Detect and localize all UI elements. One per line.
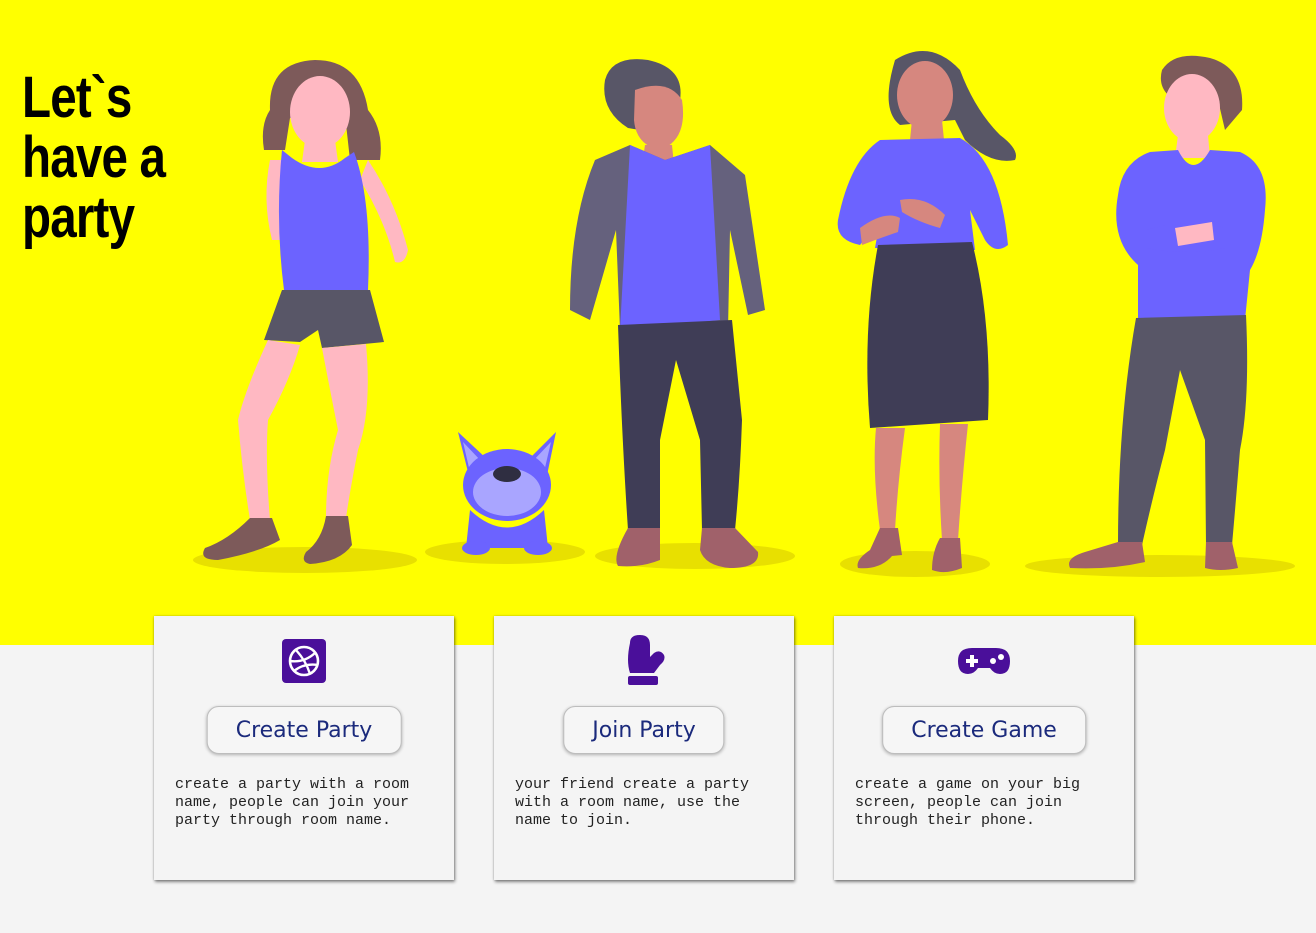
woman-in-skirt	[837, 51, 1016, 573]
create-game-description: create a game on your big screen, people…	[855, 776, 1081, 829]
join-party-button[interactable]: Join Party	[563, 706, 725, 754]
gamepad-icon	[834, 636, 1134, 686]
hero-banner: Let`s have a party	[0, 0, 1316, 645]
create-party-card: Create Party create a party with a room …	[154, 616, 454, 880]
create-game-button[interactable]: Create Game	[882, 706, 1086, 754]
dribbble-square-icon	[154, 636, 454, 686]
page-title: Let`s have a party	[22, 65, 166, 250]
dog	[458, 432, 556, 555]
create-game-card: Create Game create a game on your big sc…	[834, 616, 1134, 880]
title-line-3: party	[22, 185, 135, 250]
title-line-1: Let`s	[22, 65, 132, 130]
create-party-description: create a party with a room name, people …	[175, 776, 410, 829]
title-line-2: have a	[22, 125, 166, 190]
woman-in-tank-top	[203, 60, 408, 564]
man-in-blazer	[570, 59, 765, 568]
people-illustration	[193, 51, 1295, 577]
join-party-card: Join Party your friend create a party wi…	[494, 616, 794, 880]
create-party-button[interactable]: Create Party	[206, 706, 402, 754]
join-party-description: your friend create a party with a room n…	[515, 776, 750, 829]
mitten-icon	[494, 635, 794, 686]
man-arms-crossed	[1069, 55, 1266, 570]
